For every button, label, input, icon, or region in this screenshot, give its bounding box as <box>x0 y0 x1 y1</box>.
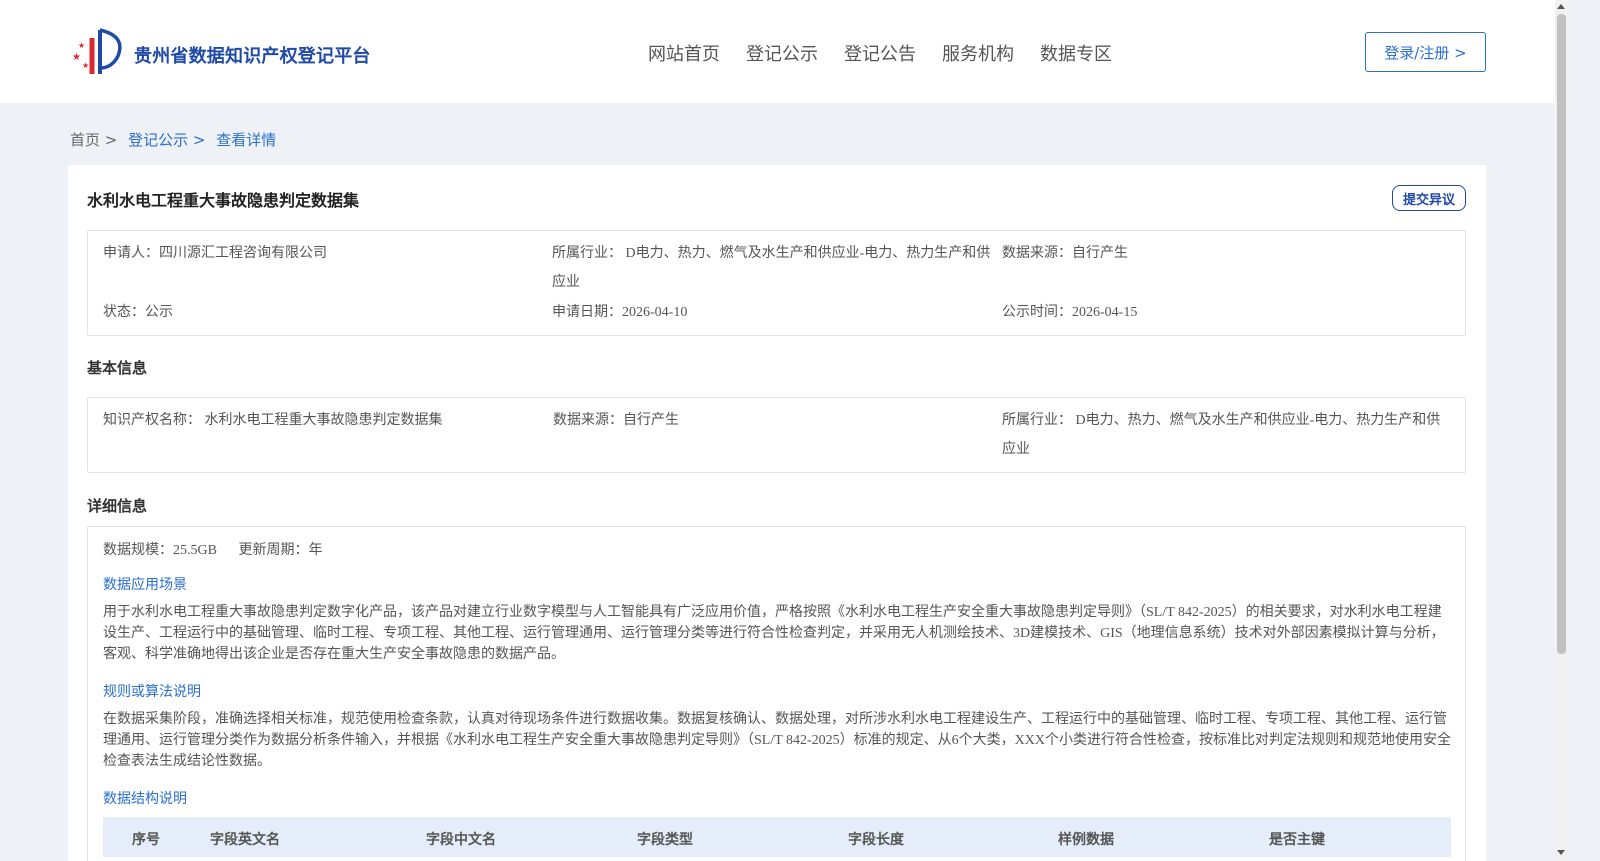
th-primary-key: 是否主键 <box>1269 832 1325 848</box>
top-header: ★ ★ ★ 贵州省数据知识产权登记平台 网站首页 登记公示 登记公告 服务机构 … <box>0 0 1555 103</box>
nav-service-institutions[interactable]: 服务机构 <box>942 40 1014 66</box>
structure-table-header: 序号 字段英文名 字段中文名 字段类型 字段长度 样例数据 是否主键 <box>103 817 1451 857</box>
nav-data-zone[interactable]: 数据专区 <box>1040 40 1112 66</box>
publish-date-field: 公示时间：2026-04-15 <box>1002 305 1138 320</box>
breadcrumb-current: 查看详情 <box>216 131 277 149</box>
ip-name-field: 知识产权名称： 水利水电工程重大事故隐患判定数据集 <box>103 413 443 428</box>
svg-text:★: ★ <box>82 61 89 70</box>
data-source-field: 数据来源：自行产生 <box>1002 246 1128 261</box>
scenario-text: 用于水利水电工程重大事故隐患判定数字化产品，该产品对建立行业数字模型与人工智能具… <box>103 605 1445 662</box>
th-sample-data: 样例数据 <box>1058 832 1114 848</box>
page-title: 水利水电工程重大事故隐患判定数据集 <box>87 191 360 210</box>
basic-industry-field: 所属行业： D电力、热力、燃气及水生产和供应业-电力、热力生产和供应业 <box>1002 413 1441 457</box>
th-index: 序号 <box>132 832 160 848</box>
breadcrumb: 首页 > 登记公示 > 查看详情 <box>70 129 282 150</box>
algorithm-text: 在数据采集阶段，准确选择相关标准，规范使用检查条款，认真对待现场条件进行数据收集… <box>103 712 1452 769</box>
th-field-cn: 字段中文名 <box>426 832 496 848</box>
submit-objection-button[interactable]: 提交异议 <box>1392 185 1466 211</box>
basic-info-box: 知识产权名称： 水利水电工程重大事故隐患判定数据集 数据来源：自行产生 所属行业… <box>87 397 1466 473</box>
industry-field: 所属行业： D电力、热力、燃气及水生产和供应业-电力、热力生产和供应业 <box>552 246 991 290</box>
structure-title: 数据结构说明 <box>103 791 187 807</box>
main-nav: 网站首页 登记公示 登记公告 服务机构 数据专区 <box>648 40 1138 66</box>
applicant-field: 申请人：四川源汇工程咨询有限公司 <box>103 246 327 261</box>
apply-date-field: 申请日期：2026-04-10 <box>552 305 688 320</box>
scroll-thumb[interactable] <box>1557 14 1566 654</box>
breadcrumb-home[interactable]: 首页 > <box>70 131 117 149</box>
basic-info-title: 基本信息 <box>87 359 148 377</box>
nav-home[interactable]: 网站首页 <box>648 40 720 66</box>
login-register-button[interactable]: 登录/注册 > <box>1365 32 1486 72</box>
scenario-title: 数据应用场景 <box>103 577 187 593</box>
detail-info-box: 数据规模：25.5GB 更新周期：年 数据应用场景 用于水利水电工程重大事故隐患… <box>87 526 1466 861</box>
svg-text:★: ★ <box>72 52 81 63</box>
algorithm-title: 规则或算法说明 <box>103 684 201 700</box>
basic-data-source-field: 数据来源：自行产生 <box>553 413 679 428</box>
platform-name[interactable]: 贵州省数据知识产权登记平台 <box>134 42 371 68</box>
page-scrollbar[interactable] <box>1555 0 1568 861</box>
scroll-up-icon[interactable] <box>1557 4 1565 9</box>
data-scale: 数据规模：25.5GB <box>103 543 217 558</box>
th-field-type: 字段类型 <box>637 832 693 848</box>
svg-text:★: ★ <box>78 41 85 50</box>
detail-card: 水利水电工程重大事故隐患判定数据集 提交异议 申请人：四川源汇工程咨询有限公司 … <box>68 165 1486 861</box>
nav-registration-publicity[interactable]: 登记公示 <box>746 40 818 66</box>
nav-registration-announcement[interactable]: 登记公告 <box>844 40 916 66</box>
scroll-down-icon[interactable] <box>1557 850 1565 855</box>
scale-cycle-line: 数据规模：25.5GB 更新周期：年 <box>103 539 340 559</box>
th-field-en: 字段英文名 <box>210 832 280 848</box>
update-cycle: 更新周期：年 <box>238 543 323 558</box>
breadcrumb-section[interactable]: 登记公示 > <box>128 131 205 149</box>
platform-logo-icon[interactable]: ★ ★ ★ <box>70 24 130 78</box>
th-field-length: 字段长度 <box>848 832 904 848</box>
detail-info-title: 详细信息 <box>87 497 148 515</box>
summary-box: 申请人：四川源汇工程咨询有限公司 所属行业： D电力、热力、燃气及水生产和供应业… <box>87 230 1466 336</box>
status-field: 状态：公示 <box>103 305 173 320</box>
